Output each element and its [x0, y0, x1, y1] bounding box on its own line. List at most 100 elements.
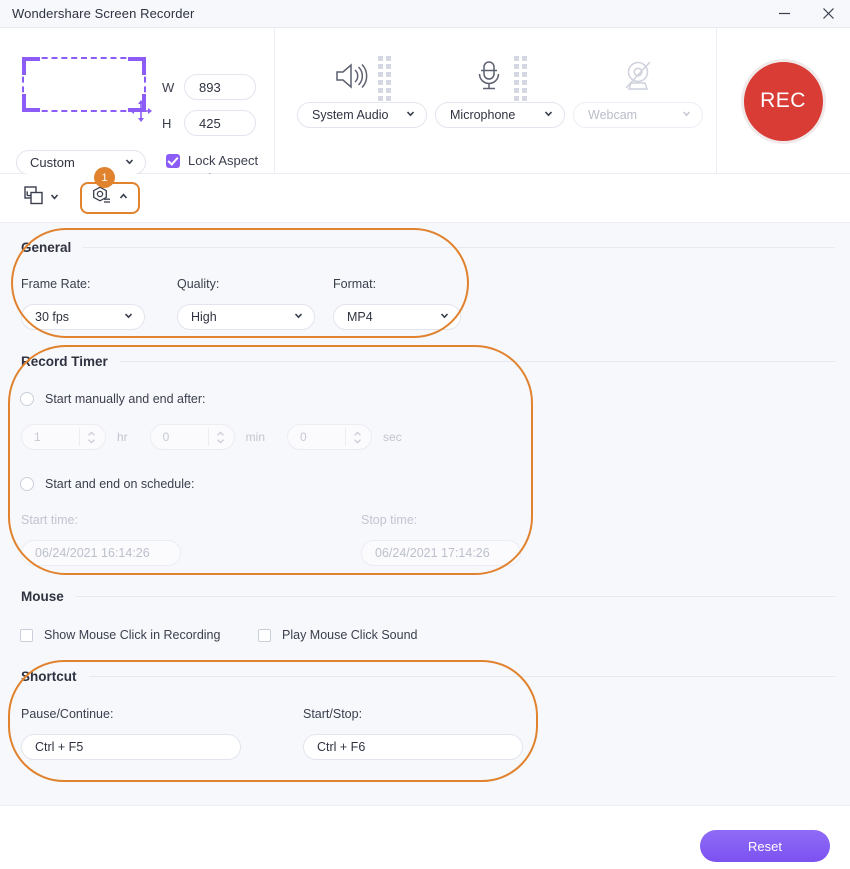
chevron-down-icon: [293, 310, 304, 324]
capture-header: W 893 H 425 Custom Lock Aspect Ratio: [0, 28, 850, 186]
hours-stepper: 1: [21, 424, 106, 450]
frame-rate-value: 30 fps: [35, 310, 70, 324]
play-mouse-sound-checkbox[interactable]: Play Mouse Click Sound: [258, 628, 417, 642]
width-input[interactable]: 893: [184, 74, 256, 100]
title-bar: Wondershare Screen Recorder: [0, 0, 850, 28]
start-time-field: Start time: 06/24/2021 16:14:26: [21, 513, 181, 566]
mode-toolbar: 1: [0, 167, 850, 223]
chevron-up-icon: [118, 189, 129, 207]
stop-time-field: Stop time: 06/24/2021 17:14:26: [361, 513, 521, 566]
format-value: MP4: [347, 310, 373, 324]
corner-top-left: [22, 57, 40, 75]
pause-shortcut-label: Pause/Continue:: [21, 707, 114, 721]
frame-rate-select[interactable]: 30 fps: [21, 304, 145, 330]
quality-value: High: [191, 310, 217, 324]
minutes-value: 0: [162, 430, 170, 444]
reset-button[interactable]: Reset: [700, 830, 830, 862]
general-title: General: [21, 240, 72, 255]
frame-rate-label: Frame Rate:: [21, 277, 91, 291]
startstop-shortcut-input[interactable]: Ctrl + F6: [303, 734, 523, 760]
radio-unselected-icon: [20, 392, 34, 406]
schedule-timer-radio[interactable]: Start and end on schedule:: [20, 477, 194, 491]
webcam-icon-row: [621, 28, 655, 102]
webcam-label: Webcam: [588, 108, 638, 122]
section-divider: [75, 596, 835, 597]
settings-body: General Frame Rate: 30 fps Quality: High: [0, 223, 850, 805]
seconds-stepper-arrows: [345, 428, 362, 446]
manual-timer-radio[interactable]: Start manually and end after:: [20, 392, 206, 406]
microphone-icon[interactable]: [474, 60, 504, 97]
system-audio-label: System Audio: [312, 108, 389, 122]
checkbox-unchecked-icon: [258, 628, 271, 642]
microphone-label: Microphone: [450, 108, 516, 122]
region-preset-value: Custom: [30, 155, 75, 170]
quality-label: Quality:: [177, 277, 220, 291]
microphone-icon-row: [474, 28, 527, 102]
format-label: Format:: [333, 277, 377, 291]
system-audio-source: System Audio: [297, 28, 427, 128]
height-input[interactable]: 425: [184, 110, 256, 136]
seconds-unit: sec: [383, 430, 402, 444]
capture-mode-button[interactable]: [18, 182, 66, 214]
record-timer-title: Record Timer: [21, 354, 108, 369]
minutes-stepper: 0: [149, 424, 235, 450]
system-audio-select[interactable]: System Audio: [297, 102, 427, 128]
audio-level-dots-icon[interactable]: [377, 55, 391, 101]
pause-shortcut-field: Pause/Continue: Ctrl + F5: [21, 707, 241, 760]
microphone-source: Microphone: [435, 28, 565, 128]
chevron-down-icon: [543, 108, 554, 122]
screen-region-icon: [24, 186, 43, 210]
stop-time-input: 06/24/2021 17:14:26: [361, 540, 521, 566]
hours-value: 1: [34, 430, 41, 444]
microphone-select[interactable]: Microphone: [435, 102, 565, 128]
settings-step-badge: 1: [94, 167, 115, 188]
record-panel: REC: [717, 28, 849, 174]
chevron-down-icon: [681, 108, 692, 122]
speaker-icon[interactable]: [334, 61, 368, 96]
pause-shortcut-input[interactable]: Ctrl + F5: [21, 734, 241, 760]
chevron-down-icon: [124, 155, 135, 170]
record-timer-section-header: Record Timer: [21, 354, 835, 369]
region-preset-select[interactable]: Custom: [16, 150, 146, 175]
chevron-down-icon: [49, 189, 60, 207]
manual-timer-label: Start manually and end after:: [45, 392, 206, 406]
size-fields: W 893 H 425: [162, 74, 256, 136]
chevron-down-icon: [405, 108, 416, 122]
general-section-header: General: [21, 240, 835, 255]
shortcut-section-header: Shortcut: [21, 669, 835, 684]
section-divider: [119, 361, 835, 362]
stop-time-label: Stop time:: [361, 513, 418, 527]
settings-button[interactable]: 1: [80, 167, 140, 214]
seconds-value: 0: [300, 430, 307, 444]
frame-rate-field: Frame Rate: 30 fps: [21, 277, 177, 330]
start-time-input: 06/24/2021 16:14:26: [21, 540, 181, 566]
height-label: H: [162, 115, 172, 131]
mouse-section-header: Mouse: [21, 589, 835, 604]
radio-unselected-icon: [20, 477, 34, 491]
show-mouse-click-checkbox[interactable]: Show Mouse Click in Recording: [20, 628, 220, 642]
minutes-stepper-arrows: [207, 428, 225, 446]
minimize-button[interactable]: [762, 0, 806, 28]
move-cursor-icon[interactable]: [128, 98, 154, 124]
system-audio-icon-row: [334, 28, 391, 102]
seconds-stepper: 0: [287, 424, 373, 450]
duration-spinners: 1 hr 0 min 0 sec: [21, 424, 402, 450]
screen-recorder-window: Wondershare Screen Recorder W 893 H 425 …: [0, 0, 850, 869]
quality-field: Quality: High: [177, 277, 333, 330]
corner-top-right: [128, 57, 146, 75]
close-button[interactable]: [806, 0, 850, 28]
checkbox-checked-icon: [166, 154, 180, 168]
section-divider: [83, 247, 835, 248]
corner-bottom-left: [22, 94, 40, 112]
webcam-off-icon[interactable]: [621, 60, 655, 97]
settings-gear-icon: [91, 185, 112, 211]
chevron-down-icon: [123, 310, 134, 324]
minutes-unit: min: [245, 430, 266, 444]
record-button[interactable]: REC: [740, 58, 826, 144]
hours-stepper-arrows: [79, 428, 96, 446]
mic-level-dots-icon[interactable]: [513, 55, 527, 101]
quality-select[interactable]: High: [177, 304, 315, 330]
format-select[interactable]: MP4: [333, 304, 461, 330]
webcam-source: Webcam: [573, 28, 703, 128]
general-fields: Frame Rate: 30 fps Quality: High Format:…: [21, 277, 489, 330]
